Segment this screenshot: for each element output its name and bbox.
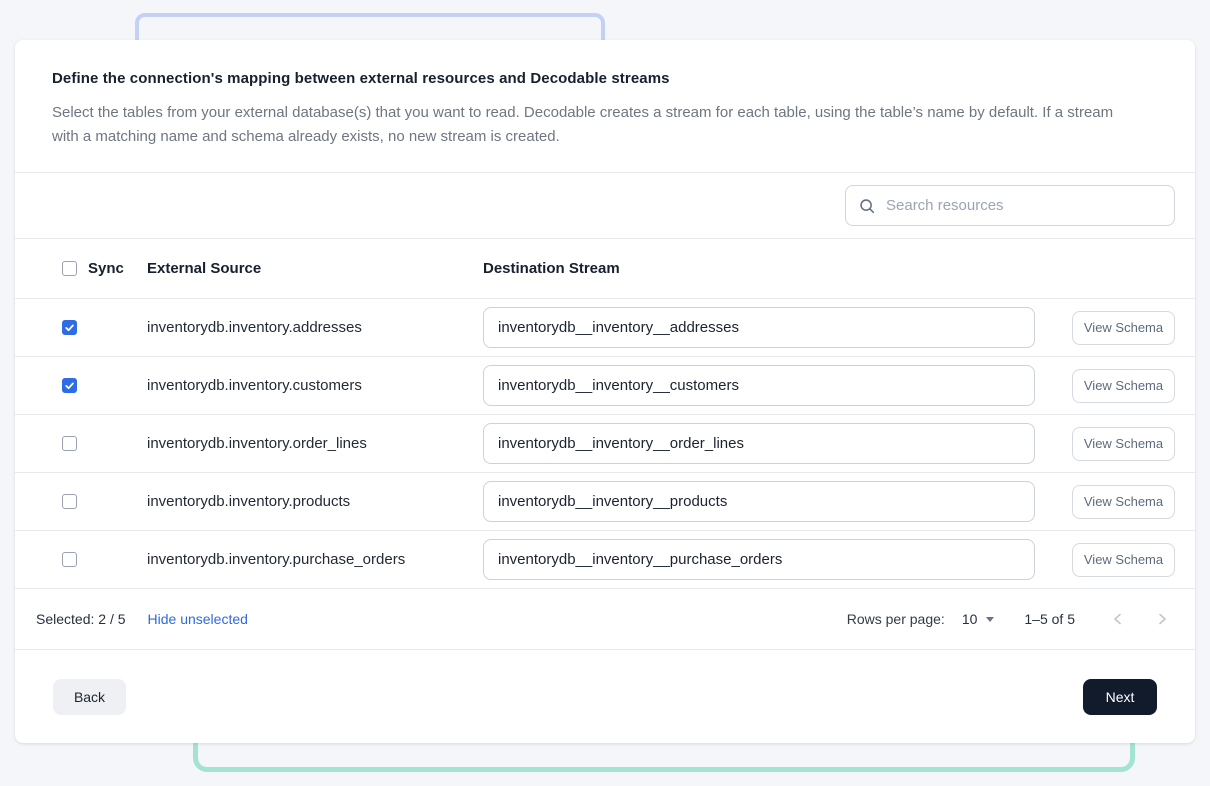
table-footer: Selected: 2 / 5 Hide unselected Rows per… (15, 589, 1195, 650)
view-schema-button[interactable]: View Schema (1072, 485, 1175, 519)
column-header-destination-stream: Destination Stream (483, 260, 1035, 277)
destination-stream-input[interactable] (483, 423, 1035, 464)
hide-unselected-link[interactable]: Hide unselected (148, 611, 248, 627)
column-header-sync: Sync (88, 260, 124, 277)
external-source-name: inventorydb.inventory.order_lines (147, 435, 483, 452)
search-row (15, 173, 1195, 239)
external-source-name: inventorydb.inventory.customers (147, 377, 483, 394)
check-icon (64, 322, 75, 333)
chevron-right-icon (1155, 612, 1169, 626)
view-schema-button[interactable]: View Schema (1072, 543, 1175, 577)
external-source-name: inventorydb.inventory.purchase_orders (147, 551, 483, 568)
rows-per-page-value: 10 (962, 611, 978, 627)
selected-count-label: Selected: 2 / 5 (36, 611, 126, 627)
table-header-row: Sync External Source Destination Stream (15, 239, 1195, 299)
select-all-checkbox[interactable] (62, 261, 77, 276)
view-schema-button[interactable]: View Schema (1072, 427, 1175, 461)
column-header-external-source: External Source (147, 260, 483, 277)
check-icon (64, 380, 75, 391)
table-row: inventorydb.inventory.purchase_orders Vi… (15, 531, 1195, 589)
table-row: inventorydb.inventory.order_lines View S… (15, 415, 1195, 473)
table-row: inventorydb.inventory.customers View Sch… (15, 357, 1195, 415)
destination-stream-input[interactable] (483, 307, 1035, 348)
row-sync-checkbox[interactable] (62, 320, 77, 335)
dialog-description: Select the tables from your external dat… (52, 101, 1132, 149)
search-input[interactable] (886, 197, 1162, 214)
table-row: inventorydb.inventory.products View Sche… (15, 473, 1195, 531)
row-sync-checkbox[interactable] (62, 552, 77, 567)
next-page-button[interactable] (1151, 608, 1173, 630)
pagination-range-label: 1–5 of 5 (1024, 611, 1075, 627)
chevron-down-icon (986, 617, 994, 622)
rows-per-page-select[interactable]: 10 (962, 611, 995, 627)
chevron-left-icon (1111, 612, 1125, 626)
row-sync-checkbox[interactable] (62, 494, 77, 509)
previous-page-button[interactable] (1107, 608, 1129, 630)
table-row: inventorydb.inventory.addresses View Sch… (15, 299, 1195, 357)
row-sync-checkbox[interactable] (62, 436, 77, 451)
dialog-title: Define the connection's mapping between … (52, 70, 1158, 87)
view-schema-button[interactable]: View Schema (1072, 369, 1175, 403)
search-box[interactable] (845, 185, 1175, 226)
back-button[interactable]: Back (53, 679, 126, 715)
destination-stream-input[interactable] (483, 481, 1035, 522)
row-sync-checkbox[interactable] (62, 378, 77, 393)
search-icon (858, 197, 876, 215)
external-source-name: inventorydb.inventory.products (147, 493, 483, 510)
connection-mapping-dialog: Define the connection's mapping between … (15, 40, 1195, 743)
destination-stream-input[interactable] (483, 539, 1035, 580)
next-button[interactable]: Next (1083, 679, 1157, 715)
dialog-actions: Back Next (15, 650, 1195, 743)
view-schema-button[interactable]: View Schema (1072, 311, 1175, 345)
dialog-header: Define the connection's mapping between … (15, 40, 1195, 173)
destination-stream-input[interactable] (483, 365, 1035, 406)
rows-per-page-label: Rows per page: (847, 611, 945, 627)
external-source-name: inventorydb.inventory.addresses (147, 319, 483, 336)
